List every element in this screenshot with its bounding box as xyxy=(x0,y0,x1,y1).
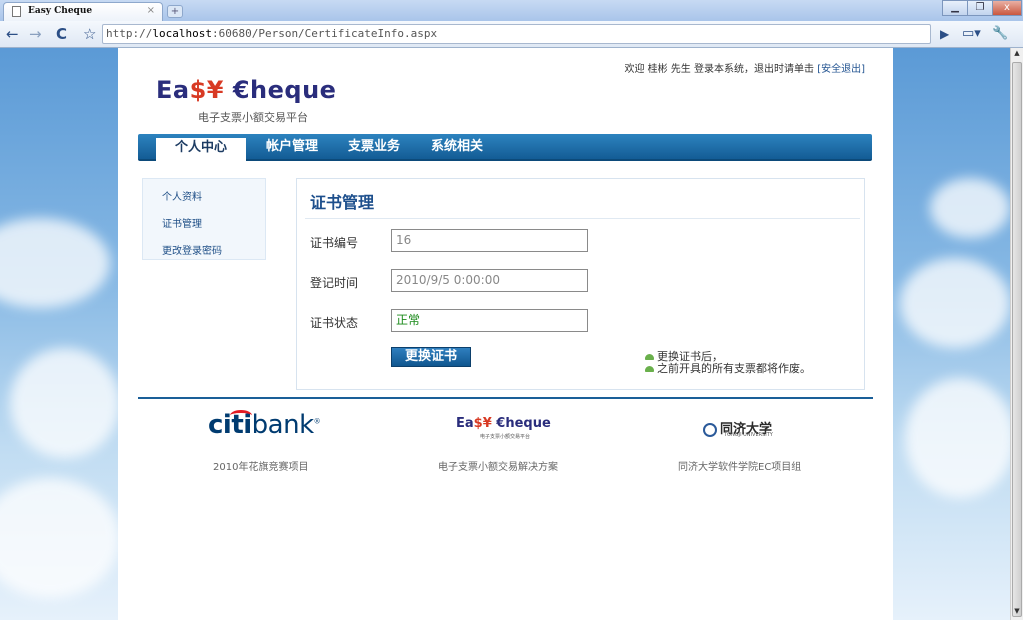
tab-close-icon[interactable]: × xyxy=(147,5,155,16)
page-menu-icon[interactable]: ▭▾ xyxy=(962,25,981,43)
browser-tab[interactable]: Easy Cheque × xyxy=(3,2,163,21)
easy-cheque-small-logo[interactable]: Ea$¥ €heque xyxy=(456,416,551,431)
certificate-status-label: 证书状态 xyxy=(310,316,359,330)
certificate-status-field[interactable]: 正常 xyxy=(391,309,588,332)
wrench-icon[interactable]: 🔧 xyxy=(992,25,1008,43)
logo-currency: $¥ xyxy=(473,416,492,431)
cloud-decoration xyxy=(0,478,120,598)
page-container: 欢迎 桂彬 先生 登录本系统，退出时请单击 [安全退出] Ea$¥ €heque… xyxy=(118,48,893,620)
scroll-down-icon[interactable]: ▼ xyxy=(1012,607,1022,619)
footer-caption-citi: 2010年花旗竞赛项目 xyxy=(213,462,309,473)
scroll-thumb[interactable] xyxy=(1012,62,1022,617)
logout-link[interactable]: [安全退出] xyxy=(817,64,865,75)
nav-item-system[interactable]: 系统相关 xyxy=(431,134,483,159)
logo-text: Ea xyxy=(156,76,190,104)
citi-text: ci xyxy=(208,410,232,440)
go-icon[interactable]: ▶ xyxy=(940,25,949,43)
citi-text: bank xyxy=(251,410,314,440)
page-icon xyxy=(12,6,21,17)
logo-text: Ea xyxy=(456,416,474,431)
replace-certificate-button[interactable]: 更换证书 xyxy=(391,347,471,367)
logo-currency: $¥ xyxy=(189,76,224,104)
back-icon[interactable]: ← xyxy=(6,25,19,43)
reload-icon[interactable]: C xyxy=(56,25,67,43)
register-time-label: 登记时间 xyxy=(310,276,359,290)
minimize-button[interactable]: ▁ xyxy=(942,0,968,16)
cloud-decoration xyxy=(900,258,1010,348)
new-tab-button[interactable]: + xyxy=(167,5,183,18)
star-icon[interactable]: ☆ xyxy=(83,25,96,43)
registered-mark: ® xyxy=(313,417,321,426)
nav-item-account[interactable]: 帐户管理 xyxy=(266,134,318,159)
tongji-seal-icon xyxy=(703,422,717,437)
browser-titlebar: Easy Cheque × + ▁ ❐ x xyxy=(0,0,1023,21)
leaf-icon xyxy=(645,366,654,372)
sidebar-item-certificate[interactable]: 证书管理 xyxy=(162,215,202,230)
cloud-decoration xyxy=(930,178,1010,238)
logo-cheque: €heque xyxy=(224,76,337,104)
notice-line: 之前开具的所有支票都将作废。 xyxy=(645,360,811,376)
main-nav: 个人中心 帐户管理 支票业务 系统相关 xyxy=(138,134,872,161)
address-bar[interactable]: http://localhost:60680/Person/Certificat… xyxy=(102,24,931,44)
register-time-field[interactable]: 2010/9/5 0:00:00 xyxy=(391,269,588,292)
cloud-decoration xyxy=(10,348,120,458)
footer-divider xyxy=(138,397,873,399)
maximize-button[interactable]: ❐ xyxy=(967,0,993,16)
forward-icon[interactable]: → xyxy=(29,25,42,43)
tab-title: Easy Cheque xyxy=(28,6,93,16)
browser-toolbar: ← → C ☆ http://localhost:60680/Person/Ce… xyxy=(0,21,1023,48)
cloud-decoration xyxy=(905,378,1010,498)
certificate-number-field[interactable]: 16 xyxy=(391,229,588,252)
citibank-logo[interactable]: citibank® xyxy=(208,410,321,440)
logo-subtitle: 电子支票小额交易平台 xyxy=(198,111,308,124)
sidebar-item-profile[interactable]: 个人资料 xyxy=(162,188,202,203)
certificate-number-label: 证书编号 xyxy=(310,236,359,250)
footer-caption-easy: 电子支票小额交易解决方案 xyxy=(438,462,558,473)
logo[interactable]: Ea$¥ €heque xyxy=(156,76,336,104)
nav-item-cheque[interactable]: 支票业务 xyxy=(348,134,400,159)
vertical-scrollbar[interactable]: ▲ ▼ xyxy=(1010,48,1023,620)
cloud-decoration xyxy=(0,218,110,308)
close-window-button[interactable]: x xyxy=(992,0,1022,16)
panel-title: 证书管理 xyxy=(305,189,860,219)
page-viewport: 欢迎 桂彬 先生 登录本系统，退出时请单击 [安全退出] Ea$¥ €heque… xyxy=(0,48,1010,620)
easy-cheque-small-subtitle: 电子支票小额交易平台 xyxy=(480,434,531,440)
greeting-bar: 欢迎 桂彬 先生 登录本系统，退出时请单击 [安全退出] xyxy=(624,60,865,75)
nav-item-personal[interactable]: 个人中心 xyxy=(156,138,246,161)
greeting-text: 欢迎 桂彬 先生 登录本系统，退出时请单击 xyxy=(624,64,814,75)
notice-text: 之前开具的所有支票都将作废。 xyxy=(657,362,811,375)
certificate-panel: 证书管理 证书编号 16 登记时间 2010/9/5 0:00:00 证书状态 … xyxy=(296,178,865,390)
logo-cheque: €heque xyxy=(491,416,551,431)
footer-caption-tongji: 同济大学软件学院EC项目组 xyxy=(678,462,802,473)
sidebar-item-change-password[interactable]: 更改登录密码 xyxy=(162,242,222,257)
sidebar: 个人资料 证书管理 更改登录密码 xyxy=(142,178,266,260)
citi-arc-icon xyxy=(230,410,252,421)
scroll-up-icon[interactable]: ▲ xyxy=(1012,49,1022,61)
tongji-subtitle: TONGJI UNIVERSITY xyxy=(724,432,773,438)
